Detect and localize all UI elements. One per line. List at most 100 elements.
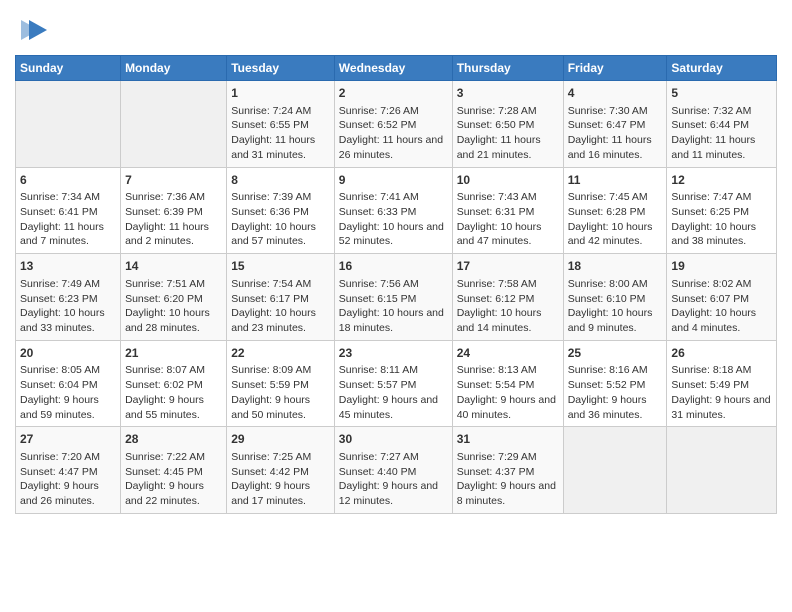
- day-number: 22: [231, 345, 330, 362]
- calendar-cell: 3Sunrise: 7:28 AMSunset: 6:50 PMDaylight…: [452, 81, 563, 168]
- day-number: 15: [231, 258, 330, 275]
- day-info: Sunrise: 7:45 AM: [568, 190, 663, 205]
- day-number: 7: [125, 172, 222, 189]
- day-info: Sunrise: 8:16 AM: [568, 363, 663, 378]
- day-info: Sunset: 6:10 PM: [568, 292, 663, 307]
- day-info: Sunrise: 8:07 AM: [125, 363, 222, 378]
- day-info: Sunset: 6:17 PM: [231, 292, 330, 307]
- calendar-cell: 17Sunrise: 7:58 AMSunset: 6:12 PMDayligh…: [452, 254, 563, 341]
- day-info: Daylight: 9 hours and 45 minutes.: [339, 393, 448, 422]
- day-info: Sunrise: 7:29 AM: [457, 450, 559, 465]
- day-info: Sunset: 5:59 PM: [231, 378, 330, 393]
- calendar-week-row: 1Sunrise: 7:24 AMSunset: 6:55 PMDaylight…: [16, 81, 777, 168]
- calendar-cell: 11Sunrise: 7:45 AMSunset: 6:28 PMDayligh…: [563, 167, 667, 254]
- day-info: Sunrise: 7:22 AM: [125, 450, 222, 465]
- day-info: Sunrise: 7:28 AM: [457, 104, 559, 119]
- calendar-cell: 16Sunrise: 7:56 AMSunset: 6:15 PMDayligh…: [334, 254, 452, 341]
- day-info: Sunrise: 8:05 AM: [20, 363, 116, 378]
- calendar-cell: 10Sunrise: 7:43 AMSunset: 6:31 PMDayligh…: [452, 167, 563, 254]
- day-info: Sunset: 6:12 PM: [457, 292, 559, 307]
- day-number: 23: [339, 345, 448, 362]
- day-info: Sunset: 6:15 PM: [339, 292, 448, 307]
- day-info: Daylight: 10 hours and 57 minutes.: [231, 220, 330, 249]
- day-info: Daylight: 10 hours and 42 minutes.: [568, 220, 663, 249]
- day-info: Sunrise: 7:56 AM: [339, 277, 448, 292]
- day-info: Daylight: 11 hours and 31 minutes.: [231, 133, 330, 162]
- calendar-body: 1Sunrise: 7:24 AMSunset: 6:55 PMDaylight…: [16, 81, 777, 514]
- day-info: Sunset: 6:25 PM: [671, 205, 772, 220]
- day-number: 29: [231, 431, 330, 448]
- weekday-header-cell: Thursday: [452, 56, 563, 81]
- weekday-header-cell: Sunday: [16, 56, 121, 81]
- day-info: Daylight: 9 hours and 26 minutes.: [20, 479, 116, 508]
- day-info: Daylight: 11 hours and 2 minutes.: [125, 220, 222, 249]
- calendar-week-row: 27Sunrise: 7:20 AMSunset: 4:47 PMDayligh…: [16, 427, 777, 514]
- page-container: SundayMondayTuesdayWednesdayThursdayFrid…: [0, 0, 792, 524]
- weekday-header-cell: Saturday: [667, 56, 777, 81]
- day-info: Daylight: 10 hours and 38 minutes.: [671, 220, 772, 249]
- day-number: 31: [457, 431, 559, 448]
- day-info: Daylight: 9 hours and 36 minutes.: [568, 393, 663, 422]
- day-number: 8: [231, 172, 330, 189]
- day-number: 18: [568, 258, 663, 275]
- day-info: Daylight: 11 hours and 26 minutes.: [339, 133, 448, 162]
- day-number: 13: [20, 258, 116, 275]
- calendar-cell: 13Sunrise: 7:49 AMSunset: 6:23 PMDayligh…: [16, 254, 121, 341]
- day-info: Sunset: 6:23 PM: [20, 292, 116, 307]
- calendar-week-row: 6Sunrise: 7:34 AMSunset: 6:41 PMDaylight…: [16, 167, 777, 254]
- day-info: Sunrise: 7:51 AM: [125, 277, 222, 292]
- calendar-cell: 5Sunrise: 7:32 AMSunset: 6:44 PMDaylight…: [667, 81, 777, 168]
- day-number: 24: [457, 345, 559, 362]
- day-number: 2: [339, 85, 448, 102]
- calendar-cell: 4Sunrise: 7:30 AMSunset: 6:47 PMDaylight…: [563, 81, 667, 168]
- day-info: Sunset: 4:42 PM: [231, 465, 330, 480]
- day-info: Daylight: 10 hours and 23 minutes.: [231, 306, 330, 335]
- day-info: Sunrise: 7:54 AM: [231, 277, 330, 292]
- day-info: Sunset: 6:55 PM: [231, 118, 330, 133]
- weekday-header-cell: Monday: [121, 56, 227, 81]
- day-info: Sunset: 4:47 PM: [20, 465, 116, 480]
- weekday-header-cell: Friday: [563, 56, 667, 81]
- calendar-cell: 8Sunrise: 7:39 AMSunset: 6:36 PMDaylight…: [227, 167, 335, 254]
- day-info: Sunrise: 7:41 AM: [339, 190, 448, 205]
- calendar-cell: [667, 427, 777, 514]
- calendar-week-row: 13Sunrise: 7:49 AMSunset: 6:23 PMDayligh…: [16, 254, 777, 341]
- day-number: 17: [457, 258, 559, 275]
- calendar-cell: 23Sunrise: 8:11 AMSunset: 5:57 PMDayligh…: [334, 340, 452, 427]
- day-info: Sunset: 6:36 PM: [231, 205, 330, 220]
- calendar-cell: 18Sunrise: 8:00 AMSunset: 6:10 PMDayligh…: [563, 254, 667, 341]
- weekday-header-cell: Wednesday: [334, 56, 452, 81]
- calendar-cell: 7Sunrise: 7:36 AMSunset: 6:39 PMDaylight…: [121, 167, 227, 254]
- calendar-cell: 26Sunrise: 8:18 AMSunset: 5:49 PMDayligh…: [667, 340, 777, 427]
- day-info: Sunrise: 8:18 AM: [671, 363, 772, 378]
- day-number: 12: [671, 172, 772, 189]
- day-number: 14: [125, 258, 222, 275]
- calendar-cell: 30Sunrise: 7:27 AMSunset: 4:40 PMDayligh…: [334, 427, 452, 514]
- calendar-cell: 31Sunrise: 7:29 AMSunset: 4:37 PMDayligh…: [452, 427, 563, 514]
- day-info: Daylight: 10 hours and 52 minutes.: [339, 220, 448, 249]
- day-info: Sunset: 6:52 PM: [339, 118, 448, 133]
- logo-icon: [19, 15, 49, 45]
- calendar-header-row: SundayMondayTuesdayWednesdayThursdayFrid…: [16, 56, 777, 81]
- calendar-cell: 25Sunrise: 8:16 AMSunset: 5:52 PMDayligh…: [563, 340, 667, 427]
- day-info: Sunset: 6:33 PM: [339, 205, 448, 220]
- day-info: Sunset: 6:50 PM: [457, 118, 559, 133]
- day-info: Daylight: 11 hours and 11 minutes.: [671, 133, 772, 162]
- day-info: Sunrise: 7:43 AM: [457, 190, 559, 205]
- day-info: Sunrise: 8:13 AM: [457, 363, 559, 378]
- day-number: 30: [339, 431, 448, 448]
- day-info: Sunset: 6:20 PM: [125, 292, 222, 307]
- day-info: Sunrise: 7:20 AM: [20, 450, 116, 465]
- day-info: Sunrise: 8:09 AM: [231, 363, 330, 378]
- day-info: Daylight: 10 hours and 47 minutes.: [457, 220, 559, 249]
- day-number: 11: [568, 172, 663, 189]
- day-info: Daylight: 11 hours and 16 minutes.: [568, 133, 663, 162]
- day-info: Daylight: 9 hours and 59 minutes.: [20, 393, 116, 422]
- calendar-cell: 20Sunrise: 8:05 AMSunset: 6:04 PMDayligh…: [16, 340, 121, 427]
- day-info: Sunrise: 7:39 AM: [231, 190, 330, 205]
- calendar-cell: 6Sunrise: 7:34 AMSunset: 6:41 PMDaylight…: [16, 167, 121, 254]
- day-info: Sunrise: 8:00 AM: [568, 277, 663, 292]
- day-info: Sunset: 6:28 PM: [568, 205, 663, 220]
- day-info: Daylight: 9 hours and 31 minutes.: [671, 393, 772, 422]
- day-number: 19: [671, 258, 772, 275]
